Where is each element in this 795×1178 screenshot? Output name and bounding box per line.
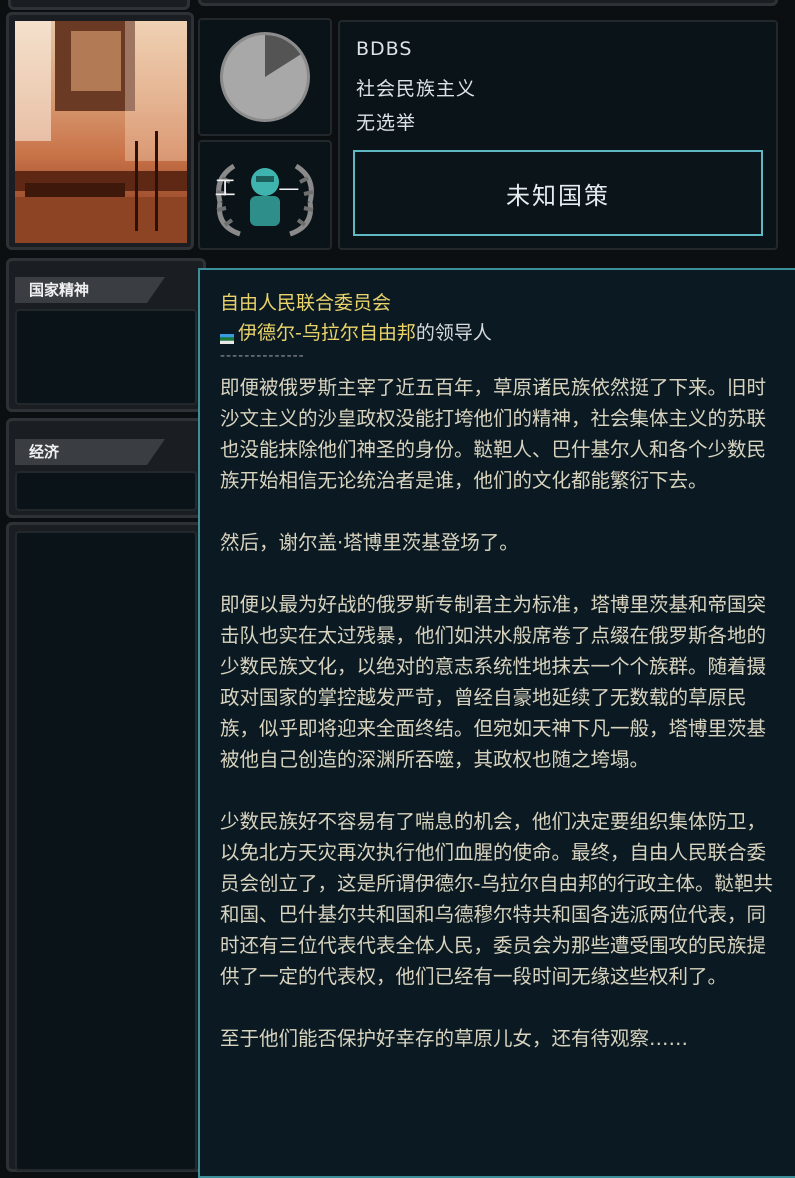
leader-portrait-frame[interactable] [6,12,194,250]
economy-slots [15,471,197,511]
lower-panel [6,522,206,1172]
national-spirit-header: 国家精神 [15,277,165,303]
tooltip-subtitle: 伊德尔-乌拉尔自由邦 的领导人 [220,318,492,345]
ideology-pie-chart [220,32,310,122]
leader-portrait [15,21,187,243]
tooltip-body-text: 即便被俄罗斯主宰了近五百年，草原诸民族依然挺了下来。旧时沙文主义的沙皇政权没能打… [220,376,774,1050]
national-focus-button[interactable]: 未知国策 [353,150,763,236]
top-strip-left [8,0,190,10]
economy-header: 经济 [15,439,165,465]
party-emblem-label: 工 — [214,176,318,200]
election-status: 无选举 [356,112,417,134]
national-spirit-slots [15,309,197,405]
national-spirit-panel: 国家精神 [6,258,206,412]
tooltip-subtitle-suffix: 的领导人 [415,322,492,344]
party-info-panel: BDBS 社会民族主义 无选举 未知国策 [338,20,778,250]
tooltip-title: 自由人民联合委员会 [220,292,392,314]
tooltip-separator: -------------- [220,348,305,364]
economy-panel: 经济 [6,418,206,518]
party-ideology: 社会民族主义 [356,78,477,100]
tooltip-country-name: 伊德尔-乌拉尔自由邦 [238,322,416,344]
party-icon-frame[interactable]: 工 — [198,140,332,250]
party-name: BDBS [356,38,413,60]
country-flag-icon [220,327,234,344]
leader-tooltip: 自由人民联合委员会 伊德尔-乌拉尔自由邦 的领导人 --------------… [198,268,795,1178]
top-strip-right [198,0,778,6]
lower-panel-content [15,531,197,1171]
ideology-pie-frame[interactable] [198,18,332,136]
